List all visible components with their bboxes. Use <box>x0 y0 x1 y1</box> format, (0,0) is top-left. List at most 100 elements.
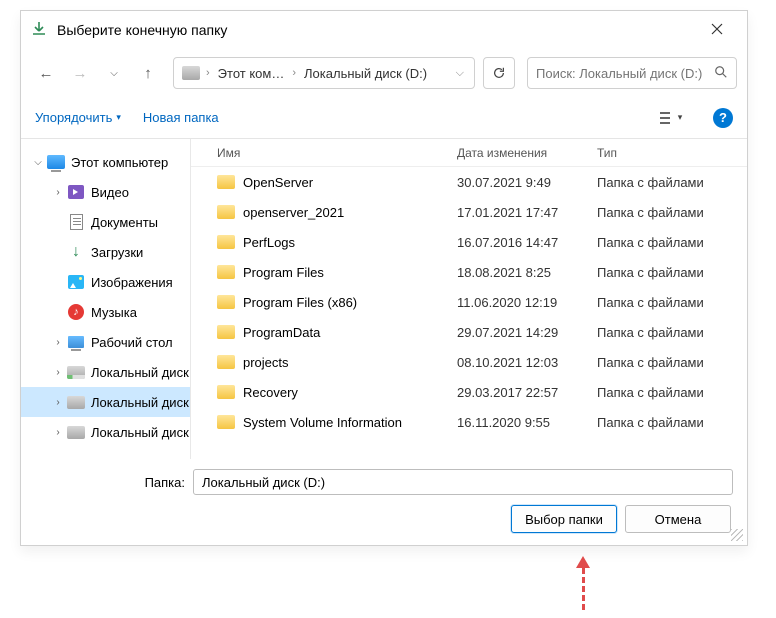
view-options-button[interactable]: ▾ <box>653 105 687 131</box>
table-row[interactable]: OpenServer30.07.2021 9:49Папка с файлами <box>191 167 747 197</box>
images-icon <box>68 275 84 289</box>
sidebar-item-downloads[interactable]: ↓ Загрузки <box>21 237 190 267</box>
folder-icon <box>217 325 235 339</box>
organize-menu[interactable]: Упорядочить ▾ <box>35 110 121 125</box>
download-icon: ↓ <box>67 243 85 261</box>
dialog-title: Выберите конечную папку <box>57 22 697 38</box>
table-row[interactable]: PerfLogs16.07.2016 14:47Папка с файлами <box>191 227 747 257</box>
history-dropdown[interactable]: ⌵ <box>99 58 129 88</box>
select-folder-button[interactable]: Выбор папки <box>511 505 617 533</box>
sidebar-item-local-disk-1[interactable]: › Локальный диск <box>21 357 190 387</box>
sidebar-item-label: Локальный диск <box>91 395 190 410</box>
folder-icon <box>217 415 235 429</box>
table-row[interactable]: projects08.10.2021 12:03Папка с файлами <box>191 347 747 377</box>
sidebar-item-label: Локальный диск <box>91 365 190 380</box>
drive-icon <box>182 66 200 80</box>
file-type: Папка с файлами <box>591 385 747 400</box>
header-name[interactable]: Имя <box>211 146 451 160</box>
search-box[interactable] <box>527 57 737 89</box>
sidebar-item-music[interactable]: ♪ Музыка <box>21 297 190 327</box>
bottom-panel: Папка: Выбор папки Отмена <box>21 459 747 545</box>
forward-button[interactable]: → <box>65 58 95 88</box>
pc-icon <box>47 155 65 169</box>
documents-icon <box>70 214 83 230</box>
address-bar[interactable]: › Этот ком… › Локальный диск (D:) ⌵ <box>173 57 475 89</box>
file-name: ProgramData <box>243 325 320 340</box>
up-button[interactable]: ↑ <box>133 58 163 88</box>
file-type: Папка с файлами <box>591 295 747 310</box>
breadcrumb-drive[interactable]: Локальный диск (D:) <box>298 62 433 85</box>
video-icon <box>68 185 84 199</box>
table-row[interactable]: Program Files18.08.2021 8:25Папка с файл… <box>191 257 747 287</box>
folder-icon <box>217 205 235 219</box>
sidebar-item-local-disk-2[interactable]: › Локальный диск <box>21 387 190 417</box>
sidebar-item-desktop[interactable]: › Рабочий стол <box>21 327 190 357</box>
dialog-buttons: Выбор папки Отмена <box>35 505 733 533</box>
table-row[interactable]: System Volume Information16.11.2020 9:55… <box>191 407 747 437</box>
chevron-down-icon: ▾ <box>116 112 121 123</box>
sidebar-item-images[interactable]: Изображения <box>21 267 190 297</box>
header-type[interactable]: Тип <box>591 146 747 160</box>
folder-name-input[interactable] <box>193 469 733 495</box>
body-panel: ⌵ Этот компьютер › Видео Документы ↓ Заг… <box>21 139 747 459</box>
address-dropdown[interactable]: ⌵ <box>450 67 470 80</box>
chevron-right-icon: › <box>51 397 65 408</box>
resize-grip[interactable] <box>731 529 743 541</box>
cancel-button[interactable]: Отмена <box>625 505 731 533</box>
sidebar-tree: ⌵ Этот компьютер › Видео Документы ↓ Заг… <box>21 139 191 459</box>
chevron-right-icon: › <box>51 187 65 198</box>
music-icon: ♪ <box>68 304 84 320</box>
chevron-right-icon: › <box>51 427 65 438</box>
sidebar-item-label: Видео <box>91 185 190 200</box>
sidebar-item-video[interactable]: › Видео <box>21 177 190 207</box>
list-header: Имя Дата изменения Тип <box>191 139 747 167</box>
breadcrumb-this-pc[interactable]: Этот ком… <box>212 62 291 85</box>
file-name: openserver_2021 <box>243 205 344 220</box>
toolbar: Упорядочить ▾ Новая папка ▾ ? <box>21 97 747 139</box>
file-type: Папка с файлами <box>591 325 747 340</box>
back-button[interactable]: ← <box>31 58 61 88</box>
file-date: 18.08.2021 8:25 <box>451 265 591 280</box>
chevron-right-icon: › <box>292 67 296 79</box>
table-row[interactable]: openserver_202117.01.2021 17:47Папка с ф… <box>191 197 747 227</box>
chevron-right-icon: › <box>51 367 65 378</box>
folder-name-label: Папка: <box>35 475 185 490</box>
file-name: OpenServer <box>243 175 313 190</box>
file-name: Program Files (x86) <box>243 295 357 310</box>
sidebar-item-label: Локальный диск <box>91 425 190 440</box>
sidebar-item-label: Рабочий стол <box>91 335 190 350</box>
file-name: PerfLogs <box>243 235 295 250</box>
chevron-right-icon: › <box>51 337 65 348</box>
file-date: 16.11.2020 9:55 <box>451 415 591 430</box>
sidebar-item-this-pc[interactable]: ⌵ Этот компьютер <box>21 147 190 177</box>
table-row[interactable]: Program Files (x86)11.06.2020 12:19Папка… <box>191 287 747 317</box>
sidebar-item-label: Музыка <box>91 305 190 320</box>
file-date: 29.07.2021 14:29 <box>451 325 591 340</box>
folder-name-row: Папка: <box>35 469 733 495</box>
table-row[interactable]: Recovery29.03.2017 22:57Папка с файлами <box>191 377 747 407</box>
sidebar-item-local-disk-3[interactable]: › Локальный диск <box>21 417 190 447</box>
titlebar: Выберите конечную папку <box>21 11 747 49</box>
folder-icon <box>217 295 235 309</box>
file-date: 08.10.2021 12:03 <box>451 355 591 370</box>
file-type: Папка с файлами <box>591 205 747 220</box>
new-folder-button[interactable]: Новая папка <box>143 110 219 125</box>
file-type: Папка с файлами <box>591 235 747 250</box>
table-row[interactable]: ProgramData 29.07.2021 14:29Папка с файла… <box>191 317 747 347</box>
folder-picker-dialog: Выберите конечную папку ← → ⌵ ↑ › Этот к… <box>20 10 748 546</box>
file-type: Папка с файлами <box>591 355 747 370</box>
folder-icon <box>217 355 235 369</box>
file-date: 29.03.2017 22:57 <box>451 385 591 400</box>
help-button[interactable]: ? <box>713 108 733 128</box>
file-type: Папка с файлами <box>591 415 747 430</box>
sidebar-item-documents[interactable]: Документы <box>21 207 190 237</box>
close-button[interactable] <box>697 22 737 38</box>
sidebar-item-label: Загрузки <box>91 245 190 260</box>
list-body[interactable]: OpenServer30.07.2021 9:49Папка с файлами… <box>191 167 747 459</box>
file-name: Program Files <box>243 265 324 280</box>
header-modified[interactable]: Дата изменения <box>451 146 591 160</box>
chevron-down-icon: ⌵ <box>31 157 45 168</box>
search-input[interactable] <box>536 66 714 81</box>
desktop-icon <box>68 336 84 348</box>
refresh-button[interactable] <box>483 57 515 89</box>
